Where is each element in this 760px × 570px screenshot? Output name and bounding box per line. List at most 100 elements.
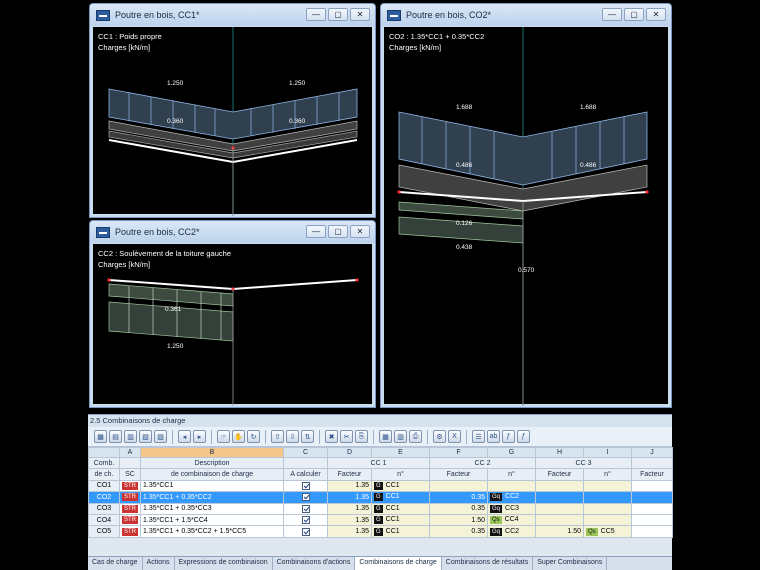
factor-cell[interactable]: 1.50 — [429, 513, 488, 527]
window-co2-titlebar[interactable]: Poutre en bois, CO2* — ▢ ✕ — [381, 4, 671, 26]
factor-cell[interactable] — [535, 479, 584, 493]
situation-cell[interactable]: STR — [119, 479, 141, 493]
column-letter[interactable]: D — [327, 447, 372, 458]
load-case-cell[interactable]: G CC1 — [371, 479, 430, 493]
load-case-cell[interactable] — [583, 502, 632, 515]
column-letter[interactable]: F — [429, 447, 488, 458]
tab-cas-de-charge[interactable]: Cas de charge — [88, 557, 143, 570]
sort-icon[interactable]: ⇅ — [301, 430, 314, 443]
grid-icon[interactable]: ▦ — [379, 430, 392, 443]
table-row[interactable]: CO2 STR 1.35*CC1 + 0.35*CC2 1.35 G CC1 0.35 Gq C… — [88, 491, 673, 504]
checkbox-icon[interactable] — [301, 527, 310, 536]
window-cc1-titlebar[interactable]: Poutre en bois, CC1* — ▢ ✕ — [90, 4, 375, 26]
list-icon[interactable]: ☰ — [472, 430, 485, 443]
window-cc1[interactable]: Poutre en bois, CC1* — ▢ ✕ 1.250 1.250 0… — [89, 3, 376, 218]
load-case-cell[interactable] — [583, 513, 632, 527]
column-letter[interactable]: C — [283, 447, 328, 458]
column-letter[interactable]: J — [631, 447, 673, 458]
tab-super-combinaisons[interactable]: Super Combinaisons — [533, 557, 608, 570]
description-cell[interactable]: 1.35*CC1 — [140, 479, 284, 493]
next-icon[interactable]: ▸ — [193, 430, 206, 443]
graphics-canvas-cc2[interactable]: 0.361 1.250 CC2 : Soulèvement de la toit… — [93, 244, 372, 406]
restore-button[interactable]: ▢ — [624, 8, 644, 21]
column-letter[interactable]: B — [140, 447, 284, 458]
previous-icon[interactable]: ◂ — [178, 430, 191, 443]
window-cc2[interactable]: Poutre en bois, CC2* — ▢ ✕ 0.361 1.250 C… — [89, 220, 376, 408]
factor-cell[interactable] — [429, 479, 488, 493]
graphics-canvas-cc1[interactable]: 1.250 1.250 0.360 0.360 CC1 : Poids prop… — [93, 27, 372, 216]
tab-combinaisons-d-actions[interactable]: Combinaisons d'actions — [273, 557, 356, 570]
factor-cell[interactable]: 0.35 — [429, 525, 488, 538]
excel-export-icon[interactable]: ▦ — [94, 430, 107, 443]
restore-button[interactable]: ▢ — [328, 8, 348, 21]
print-icon[interactable]: ⎙ — [409, 430, 422, 443]
factor-cell[interactable] — [631, 491, 673, 504]
window-cc2-titlebar[interactable]: Poutre en bois, CC2* — ▢ ✕ — [90, 221, 375, 243]
minimize-button[interactable]: — — [602, 8, 622, 21]
load-case-cell[interactable]: Gq CC3 — [487, 502, 536, 515]
insert-row-icon[interactable]: ▨ — [154, 430, 167, 443]
excel-icon[interactable]: X — [448, 430, 461, 443]
move-up-icon[interactable]: ⇧ — [271, 430, 284, 443]
factor-cell[interactable] — [631, 502, 673, 515]
tab-expressions-de-combinaison[interactable]: Expressions de combinaison — [175, 557, 273, 570]
settings-icon[interactable]: ⚙ — [433, 430, 446, 443]
factor-cell[interactable] — [631, 513, 673, 527]
combination-id[interactable]: CO2 — [88, 491, 120, 504]
move-down-icon[interactable]: ⇩ — [286, 430, 299, 443]
situation-cell[interactable]: STR — [119, 513, 141, 527]
load-case-cell[interactable]: Qs CC5 — [583, 525, 632, 538]
tab-combinaisons-de-r-sultats[interactable]: Combinaisons de résultats — [442, 557, 534, 570]
factor-cell[interactable]: 1.35 — [327, 502, 372, 515]
select-icon[interactable]: ☞ — [217, 430, 230, 443]
formula-clear-icon[interactable]: ƒ — [517, 430, 530, 443]
factor-cell[interactable] — [535, 513, 584, 527]
description-cell[interactable]: 1.35*CC1 + 1.5*CC4 — [140, 513, 284, 527]
factor-cell[interactable]: 1.35 — [327, 513, 372, 527]
table-row[interactable]: CO1 STR 1.35*CC1 1.35 G CC1 — [88, 479, 673, 493]
column-letter[interactable]: G — [487, 447, 536, 458]
situation-cell[interactable]: STR — [119, 491, 141, 504]
table-edit-icon[interactable]: ▧ — [139, 430, 152, 443]
combination-id[interactable]: CO3 — [88, 502, 120, 515]
description-cell[interactable]: 1.35*CC1 + 0.35*CC2 + 1.5*CC5 — [140, 525, 284, 538]
load-case-cell[interactable]: Qs CC4 — [487, 513, 536, 527]
close-button[interactable]: ✕ — [350, 8, 370, 21]
checkbox-icon[interactable] — [301, 481, 310, 490]
column-letter[interactable]: I — [583, 447, 632, 458]
factor-cell[interactable] — [535, 491, 584, 504]
columns-icon[interactable]: ▥ — [394, 430, 407, 443]
load-case-cell[interactable] — [487, 479, 536, 493]
load-case-cell[interactable] — [583, 479, 632, 493]
combination-id[interactable]: CO4 — [88, 513, 120, 527]
factor-cell[interactable]: 1.50 — [535, 525, 584, 538]
formula-icon[interactable]: ƒ — [502, 430, 515, 443]
column-letter[interactable]: A — [119, 447, 141, 458]
tab-combinaisons-de-charge[interactable]: Combinaisons de charge — [355, 557, 442, 570]
factor-cell[interactable] — [535, 502, 584, 515]
refresh-icon[interactable]: ↻ — [247, 430, 260, 443]
description-cell[interactable]: 1.35*CC1 + 0.35*CC3 — [140, 502, 284, 515]
load-case-cell[interactable]: G CC1 — [371, 513, 430, 527]
close-button[interactable]: ✕ — [350, 225, 370, 238]
factor-cell[interactable] — [631, 525, 673, 538]
delete-icon[interactable]: ✖ — [325, 430, 338, 443]
factor-cell[interactable] — [631, 479, 673, 493]
load-case-cell[interactable]: G CC1 — [371, 525, 430, 538]
load-case-cell[interactable]: Gq CC2 — [487, 491, 536, 504]
restore-button[interactable]: ▢ — [328, 225, 348, 238]
window-co2[interactable]: Poutre en bois, CO2* — ▢ ✕ 1.688 1.688 0… — [380, 3, 672, 408]
load-case-cell[interactable]: G CC1 — [371, 491, 430, 504]
calculate-checkbox-cell[interactable] — [283, 479, 328, 493]
minimize-button[interactable]: — — [306, 225, 326, 238]
pick-icon[interactable]: ✋ — [232, 430, 245, 443]
tab-actions[interactable]: Actions — [143, 557, 175, 570]
close-button[interactable]: ✕ — [646, 8, 666, 21]
combination-id[interactable]: CO1 — [88, 479, 120, 493]
table-row[interactable]: CO5 STR 1.35*CC1 + 0.35*CC2 + 1.5*CC5 1.35 G… — [88, 525, 673, 538]
checkbox-icon[interactable] — [301, 504, 310, 513]
load-case-cell[interactable] — [583, 491, 632, 504]
combination-id[interactable]: CO5 — [88, 525, 120, 538]
copy-icon[interactable]: ⎘ — [355, 430, 368, 443]
load-case-cell[interactable]: Gq CC2 — [487, 525, 536, 538]
